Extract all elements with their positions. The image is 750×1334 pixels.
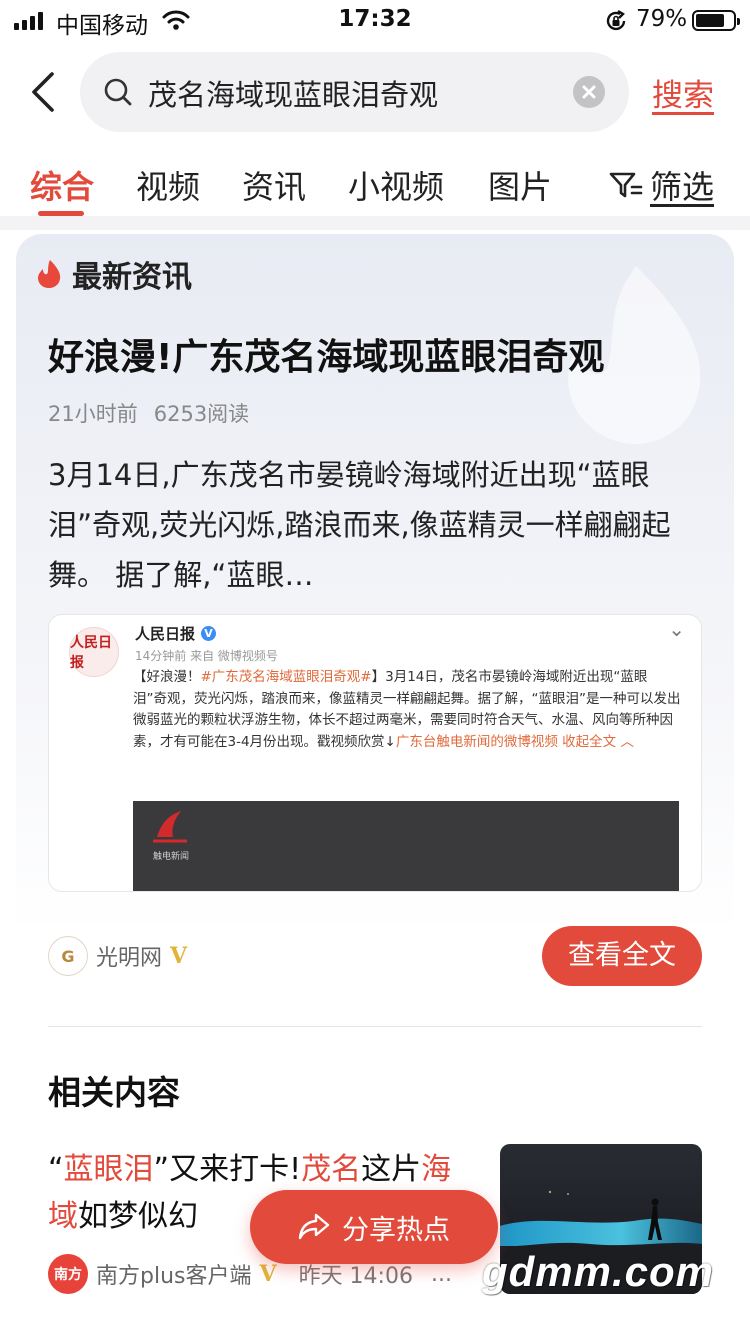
battery-icon [692,10,740,31]
related-source-name: 南方plus客户端 [96,1264,252,1289]
post-body: 【好浪漫！#广东茂名海域蓝眼泪奇观#】3月14日，茂名市晏镜岭海域附近出现“蓝眼… [133,669,681,750]
post-subtitle: 14分钟前 来自 微博视频号 [135,649,278,663]
search-query-text: 茂名海域现蓝眼泪奇观 [148,78,439,112]
section-divider [0,216,750,230]
video-logo-icon [153,811,187,843]
tab-news[interactable]: 资讯 [242,162,306,208]
news-title[interactable]: 好浪漫!广东茂名海域现蓝眼泪奇观 [48,328,708,380]
section-label: 最新资讯 [72,260,192,295]
filter-label: 筛选 [650,168,715,206]
source-logo-icon: G [48,936,88,976]
latest-news-header: 最新资讯 [36,252,192,296]
tab-comprehensive[interactable]: 综合 [30,162,94,208]
source-name: 光明网 [96,946,163,971]
search-button[interactable]: 搜索 [652,70,714,115]
back-arrow-icon[interactable] [26,70,66,114]
verified-v-icon: V [170,943,188,969]
video-caption: 触电新闻 [153,852,190,862]
watermark-text: gdmm.com [482,1248,715,1295]
read-full-button[interactable]: 查看全文 [542,926,702,986]
news-source[interactable]: G 光明网 V [48,936,187,976]
time-ago: 21小时前 [48,402,138,426]
battery-percent: 79% [636,6,688,32]
status-bar: 中国移动 17:32 79% [0,0,750,42]
tab-video[interactable]: 视频 [136,162,200,208]
search-input[interactable]: 茂名海域现蓝眼泪奇观 [80,52,629,132]
peoples-daily-avatar: 人民日报 [69,627,119,677]
news-summary: 3月14日,广东茂名市晏镜岭海域附近出现“蓝眼泪”奇观,荧光闪烁,踏浪而来,像蓝… [48,458,671,592]
news-card[interactable]: 最新资讯 好浪漫!广东茂名海域现蓝眼泪奇观 21小时前 6253阅读 3月14日,… [16,234,734,1334]
share-label: 分享热点 [342,1214,450,1246]
search-icon [104,78,132,106]
verified-badge-icon: V [201,626,217,641]
share-hot-button[interactable]: 分享热点 [250,1190,498,1264]
read-count: 6253阅读 [153,402,250,426]
category-tabs: 综合 视频 资讯 小视频 图片 筛选 [0,156,750,216]
clear-search-icon[interactable] [573,76,605,108]
fire-icon [38,260,61,288]
nanfang-logo-icon: 南方 [48,1254,88,1294]
card-divider [48,1026,702,1027]
related-heading: 相关内容 [48,1073,180,1112]
chevron-down-icon: ⌄ [668,617,685,641]
more-options-icon[interactable]: ... [431,1262,452,1287]
post-account-name: 人民日报 [135,625,196,643]
orientation-lock-icon [606,9,626,31]
filter-button[interactable]: 筛选 [608,162,714,208]
post-video-thumbnail: 触电新闻 [133,801,679,891]
news-meta: 21小时前 6253阅读 [48,398,249,428]
filter-icon [609,172,643,198]
tab-images[interactable]: 图片 [488,162,552,208]
tab-short-video[interactable]: 小视频 [348,162,444,208]
embedded-post-image[interactable]: 人民日报 人民日报 V 14分钟前 来自 微博视频号 ⌄ 【好浪漫！#广东茂名海… [48,614,702,892]
share-icon [298,1213,330,1240]
verified-v-icon: V [259,1261,277,1287]
